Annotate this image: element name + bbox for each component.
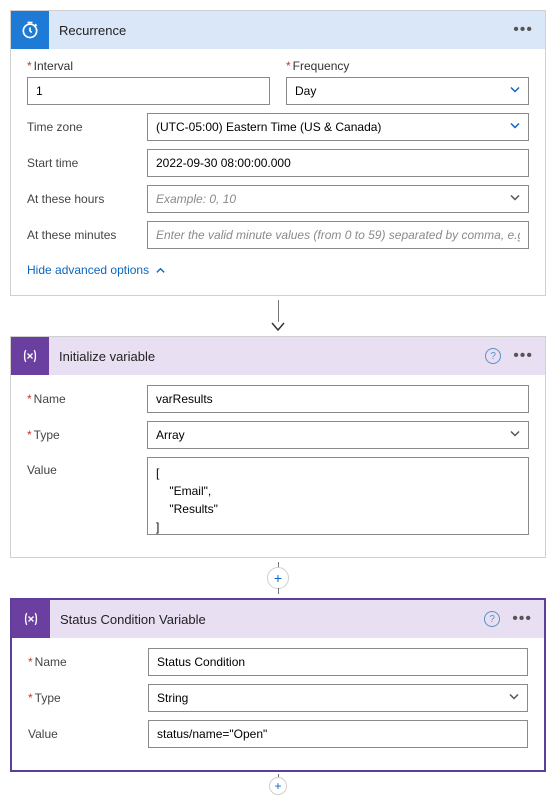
initialize-variable-title: Initialize variable bbox=[49, 349, 485, 364]
name-input[interactable] bbox=[147, 385, 529, 413]
hours-label: At these hours bbox=[27, 192, 147, 206]
value-input[interactable] bbox=[148, 720, 528, 748]
frequency-label: Frequency bbox=[286, 59, 529, 73]
connector-arrow bbox=[10, 300, 546, 332]
help-icon[interactable]: ? bbox=[485, 348, 501, 364]
name-input[interactable] bbox=[148, 648, 528, 676]
timezone-label: Time zone bbox=[27, 120, 147, 134]
recurrence-header[interactable]: Recurrence ••• bbox=[11, 11, 545, 49]
type-select[interactable] bbox=[148, 684, 528, 712]
value-label: Value bbox=[27, 457, 147, 477]
more-menu-button[interactable]: ••• bbox=[513, 25, 533, 35]
recurrence-title: Recurrence bbox=[49, 23, 513, 38]
status-condition-header[interactable]: Status Condition Variable ? ••• bbox=[12, 600, 544, 638]
initialize-variable-header[interactable]: Initialize variable ? ••• bbox=[11, 337, 545, 375]
variable-icon bbox=[11, 337, 49, 375]
minutes-input[interactable] bbox=[147, 221, 529, 249]
variable-icon bbox=[12, 600, 50, 638]
recurrence-body: Interval Frequency Time zone Start time bbox=[11, 49, 545, 295]
recurrence-icon bbox=[11, 11, 49, 49]
minutes-label: At these minutes bbox=[27, 228, 147, 242]
start-time-input[interactable] bbox=[147, 149, 529, 177]
more-menu-button[interactable]: ••• bbox=[512, 614, 532, 624]
chevron-up-icon bbox=[155, 265, 166, 276]
arrow-down-icon bbox=[271, 322, 285, 332]
type-label: Type bbox=[28, 691, 148, 705]
hide-advanced-link[interactable]: Hide advanced options bbox=[27, 263, 166, 277]
more-menu-button[interactable]: ••• bbox=[513, 351, 533, 361]
value-input[interactable] bbox=[147, 457, 529, 535]
help-icon[interactable]: ? bbox=[484, 611, 500, 627]
recurrence-card: Recurrence ••• Interval Frequency Time z… bbox=[10, 10, 546, 296]
type-label: Type bbox=[27, 428, 147, 442]
hide-advanced-label: Hide advanced options bbox=[27, 263, 149, 277]
name-label: Name bbox=[28, 655, 148, 669]
connector-plus-bottom: + bbox=[10, 774, 546, 794]
interval-input[interactable] bbox=[27, 77, 270, 105]
status-condition-card: Status Condition Variable ? ••• Name Typ… bbox=[10, 598, 546, 772]
timezone-select[interactable] bbox=[147, 113, 529, 141]
hours-select[interactable] bbox=[147, 185, 529, 213]
type-select[interactable] bbox=[147, 421, 529, 449]
start-time-label: Start time bbox=[27, 156, 147, 170]
initialize-variable-card: Initialize variable ? ••• Name Type Valu… bbox=[10, 336, 546, 558]
interval-label: Interval bbox=[27, 59, 270, 73]
add-step-button[interactable]: + bbox=[269, 777, 287, 795]
add-step-button[interactable]: + bbox=[267, 567, 289, 589]
status-condition-body: Name Type Value bbox=[12, 638, 544, 770]
status-condition-title: Status Condition Variable bbox=[50, 612, 484, 627]
frequency-select[interactable] bbox=[286, 77, 529, 105]
connector-plus: + bbox=[10, 562, 546, 594]
value-label: Value bbox=[28, 727, 148, 741]
name-label: Name bbox=[27, 392, 147, 406]
initialize-variable-body: Name Type Value bbox=[11, 375, 545, 557]
